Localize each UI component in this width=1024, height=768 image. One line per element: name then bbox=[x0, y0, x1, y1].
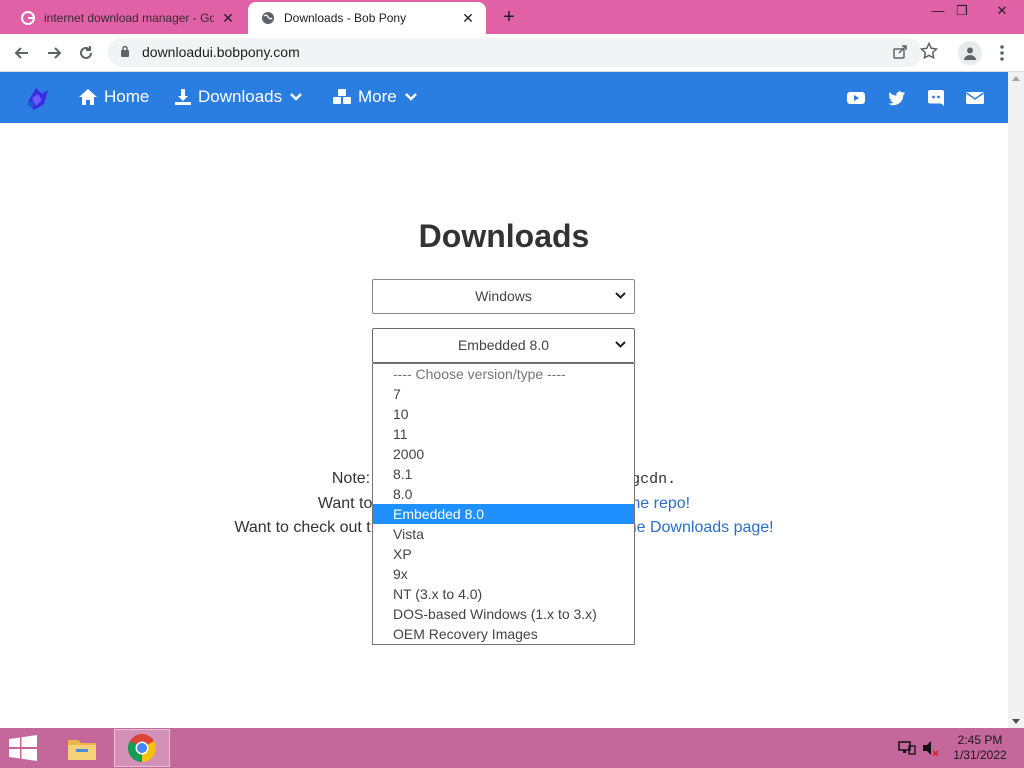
site-logo-icon[interactable] bbox=[22, 84, 50, 117]
taskbar: 2:45 PM 1/31/2022 bbox=[0, 728, 1024, 768]
discord-icon[interactable] bbox=[926, 88, 946, 108]
system-clock[interactable]: 2:45 PM 1/31/2022 bbox=[944, 733, 1016, 763]
note-text: Want to check out t bbox=[234, 519, 371, 536]
windows-start-icon[interactable] bbox=[8, 735, 38, 761]
download-icon bbox=[175, 89, 191, 105]
downloads-page-link[interactable]: he Downloads page! bbox=[628, 519, 774, 536]
restore-button[interactable]: ❐ bbox=[946, 0, 978, 24]
browser-toolbar: downloadui.bobpony.com bbox=[0, 34, 1024, 72]
menu-kebab-icon[interactable] bbox=[994, 43, 1010, 63]
network-icon[interactable] bbox=[898, 740, 916, 756]
dropdown-option[interactable]: DOS-based Windows (1.x to 3.x) bbox=[373, 604, 634, 624]
dropdown-option[interactable]: 8.0 bbox=[373, 484, 634, 504]
os-select[interactable]: Windows bbox=[372, 279, 635, 314]
dropdown-option[interactable]: 10 bbox=[373, 404, 634, 424]
google-icon bbox=[20, 10, 36, 26]
repo-link[interactable]: he repo! bbox=[631, 495, 690, 512]
dropdown-option[interactable]: 9x bbox=[373, 564, 634, 584]
file-explorer-icon[interactable] bbox=[54, 729, 110, 767]
globe-icon bbox=[260, 10, 276, 26]
home-icon bbox=[79, 89, 97, 105]
back-icon[interactable] bbox=[10, 41, 34, 65]
tab-google-search[interactable]: internet download manager - Go ✕ bbox=[8, 2, 246, 34]
chevron-down-icon bbox=[404, 93, 417, 101]
clock-date: 1/31/2022 bbox=[953, 748, 1007, 762]
chrome-taskbar-icon[interactable] bbox=[114, 729, 170, 767]
address-bar[interactable]: downloadui.bobpony.com bbox=[108, 38, 922, 67]
tab-title: internet download manager - Go bbox=[44, 11, 214, 25]
dropdown-option[interactable]: 8.1 bbox=[373, 464, 634, 484]
dropdown-option[interactable]: XP bbox=[373, 544, 634, 564]
scroll-down-icon[interactable] bbox=[1012, 719, 1020, 724]
version-select-value: Embedded 8.0 bbox=[457, 337, 550, 353]
window-close-button[interactable]: ✕ bbox=[986, 0, 1018, 24]
nav-downloads-label: Downloads bbox=[198, 87, 283, 106]
profile-avatar-icon[interactable] bbox=[958, 41, 982, 65]
close-tab-icon[interactable]: ✕ bbox=[220, 10, 236, 26]
twitter-icon[interactable] bbox=[887, 88, 907, 108]
mail-icon[interactable] bbox=[965, 88, 985, 108]
browser-tab-strip: internet download manager - Go ✕ Downloa… bbox=[0, 0, 1024, 34]
dropdown-option[interactable]: OEM Recovery Images bbox=[373, 624, 634, 644]
note-text: Want to bbox=[317, 495, 373, 512]
clock-time: 2:45 PM bbox=[957, 733, 1003, 747]
nav-home-label: Home bbox=[104, 87, 150, 106]
close-tab-icon[interactable]: ✕ bbox=[460, 10, 476, 26]
bookmark-star-icon[interactable] bbox=[919, 41, 939, 65]
nav-downloads[interactable]: Downloads bbox=[174, 87, 302, 107]
dropdown-option[interactable]: 11 bbox=[373, 424, 634, 444]
chevron-down-icon bbox=[615, 341, 626, 348]
dropdown-option[interactable]: NT (3.x to 4.0) bbox=[373, 584, 634, 604]
youtube-icon[interactable] bbox=[846, 88, 866, 108]
dropdown-option[interactable]: Vista bbox=[373, 524, 634, 544]
new-tab-button[interactable]: + bbox=[498, 6, 520, 28]
chevron-down-icon bbox=[615, 292, 626, 299]
tab-title: Downloads - Bob Pony bbox=[284, 11, 407, 25]
chevron-down-icon bbox=[290, 93, 302, 101]
nav-more[interactable]: More bbox=[332, 87, 417, 107]
dropdown-option-selected[interactable]: Embedded 8.0 bbox=[373, 504, 634, 524]
url-text[interactable]: downloadui.bobpony.com bbox=[142, 44, 300, 60]
version-select[interactable]: Embedded 8.0 bbox=[372, 328, 635, 363]
site-navbar: Home Downloads More bbox=[0, 72, 1008, 123]
tab-downloads-bob-pony[interactable]: Downloads - Bob Pony ✕ bbox=[248, 2, 486, 34]
version-dropdown-list[interactable]: ---- Choose version/type ---- 7 10 11 2000 8.… bbox=[372, 363, 635, 645]
page-title: Downloads bbox=[418, 218, 590, 254]
forward-icon[interactable] bbox=[42, 41, 66, 65]
dropdown-option[interactable]: 7 bbox=[373, 384, 634, 404]
os-select-value: Windows bbox=[475, 288, 532, 304]
scroll-up-icon[interactable] bbox=[1012, 76, 1020, 81]
dropdown-option[interactable]: 2000 bbox=[373, 444, 634, 464]
nav-more-label: More bbox=[358, 87, 397, 106]
volume-muted-icon[interactable] bbox=[922, 740, 940, 757]
nav-home[interactable]: Home bbox=[78, 87, 149, 107]
page-scrollbar[interactable] bbox=[1008, 72, 1024, 728]
dropdown-option[interactable]: ---- Choose version/type ---- bbox=[373, 364, 634, 384]
share-icon[interactable] bbox=[892, 44, 908, 65]
reload-icon[interactable] bbox=[74, 41, 98, 65]
cubes-icon bbox=[333, 89, 351, 104]
lock-icon[interactable] bbox=[120, 45, 130, 63]
